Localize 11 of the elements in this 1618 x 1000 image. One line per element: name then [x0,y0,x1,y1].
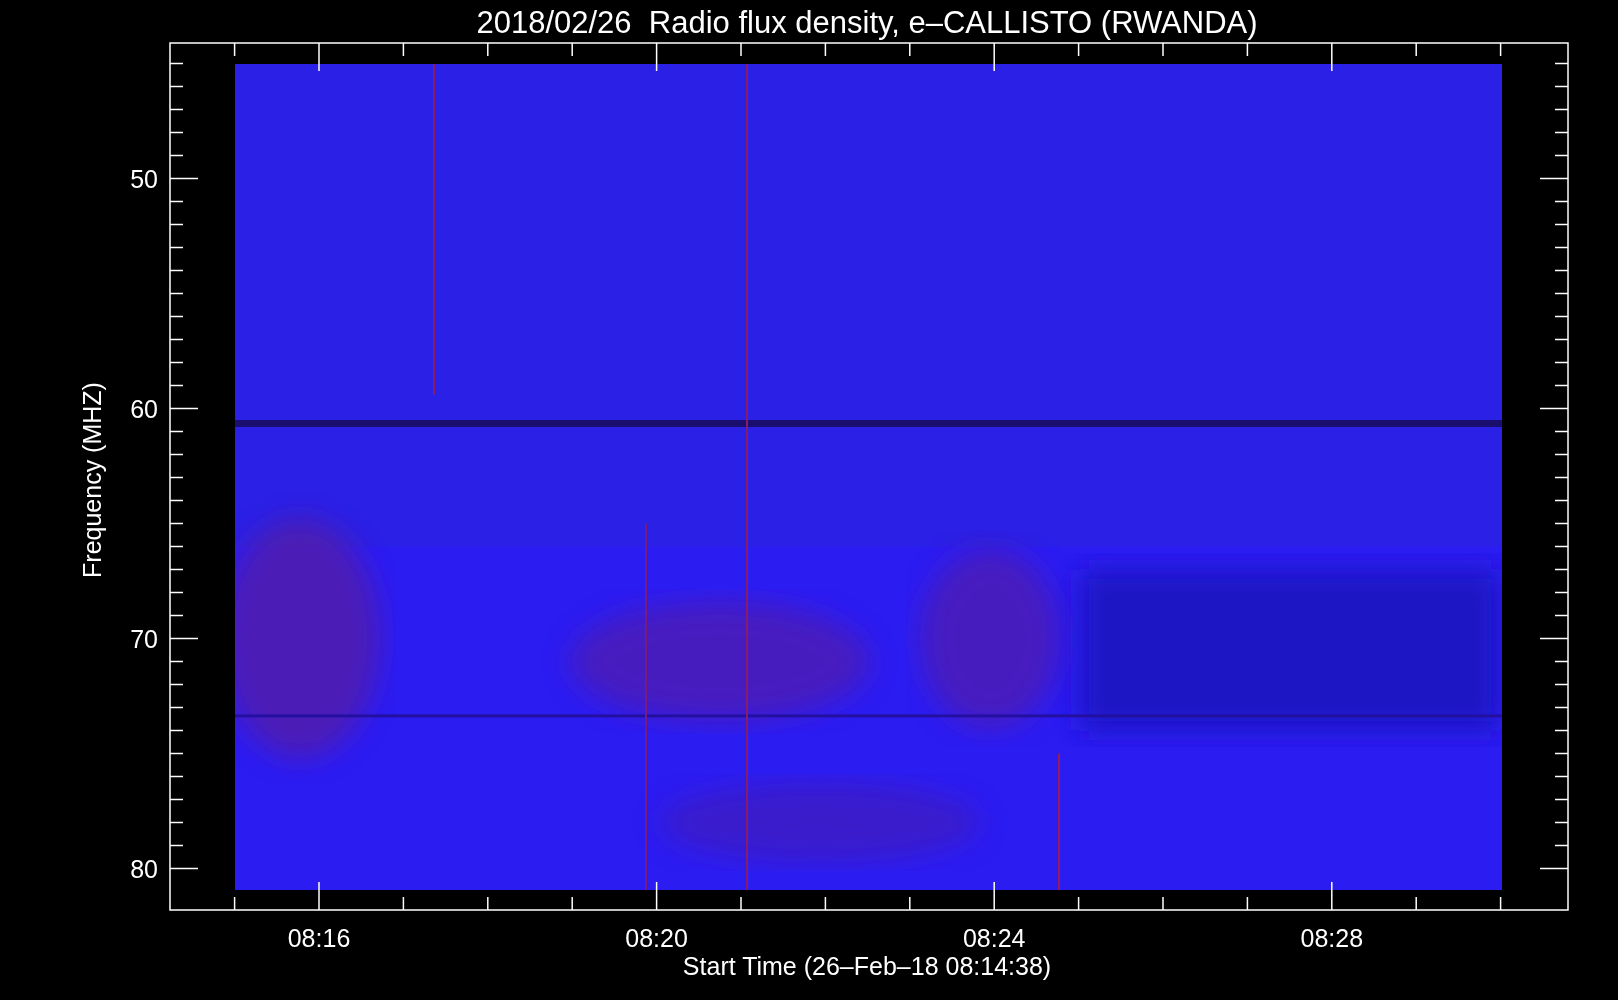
y-tick-label: 70 [130,624,158,653]
x-axis-title: Start Time (26–Feb–18 08:14:38) [682,952,1052,980]
y-tick-label: 50 [130,164,158,193]
x-tick-label: 08:24 [962,924,1026,952]
y-tick-label: 80 [130,854,158,883]
x-tick-label: 08:20 [625,924,688,952]
x-tick-label: 08:16 [287,924,351,952]
y-tick-label: 60 [130,394,158,423]
chart-title: 2018/02/26 Radio flux density, e–CALLISTO (RWANDA) [476,5,1258,40]
x-tick-label: 08:28 [1300,924,1364,952]
y-axis-title: Frequency (MHZ) [78,382,106,578]
